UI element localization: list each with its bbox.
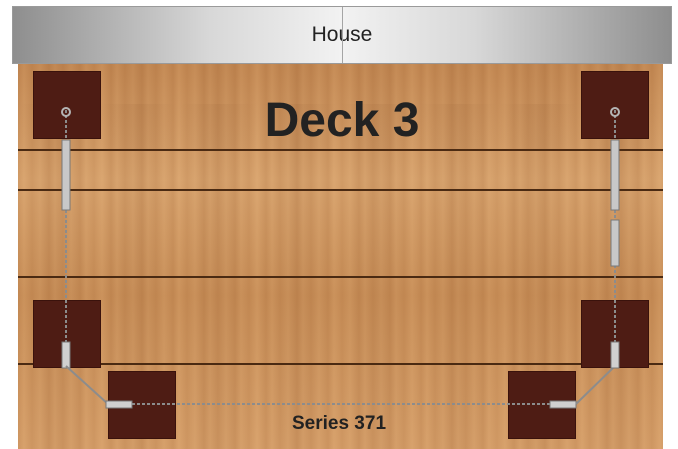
turnbuckle: [610, 139, 620, 211]
series-label: Series 371: [291, 413, 387, 434]
deck-title: Deck 3: [264, 94, 420, 147]
cable-railing: [61, 107, 620, 409]
cable-segment: [65, 365, 109, 405]
cable-fitting: [105, 400, 133, 409]
cable-segment: [575, 365, 616, 405]
cable-fitting: [549, 400, 577, 409]
turnbuckle: [61, 139, 71, 211]
cable-fitting: [61, 341, 71, 369]
turnbuckle: [610, 219, 620, 267]
cable-fitting: [610, 341, 620, 369]
